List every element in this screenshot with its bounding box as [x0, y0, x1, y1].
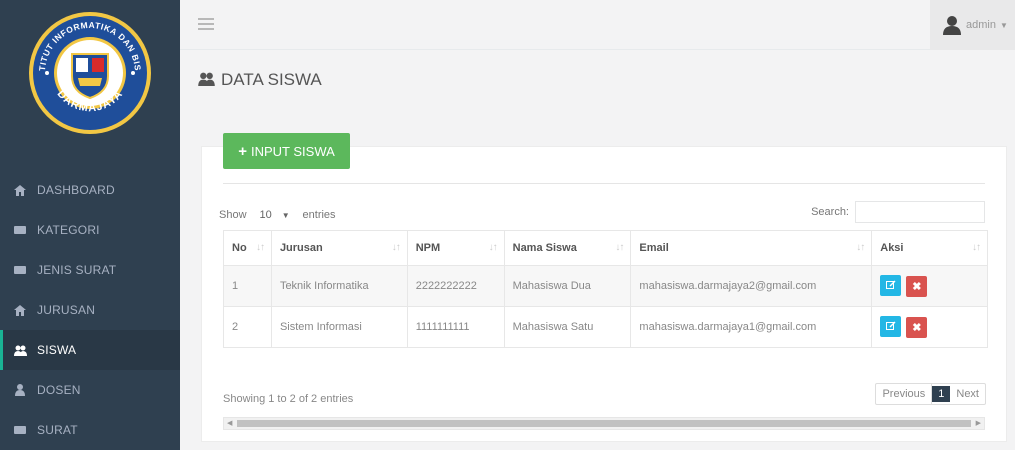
search-control: Search:: [811, 201, 985, 223]
input-siswa-button[interactable]: + INPUT SISWA: [223, 133, 350, 169]
sidebar: INSTITUT INFORMATIKA DAN BISNIS DARMAJAY…: [0, 0, 180, 450]
card-icon: [13, 223, 27, 237]
cell-email: mahasiswa.darmajaya2@gmail.com: [630, 265, 873, 307]
card-icon: [13, 423, 27, 437]
horizontal-scrollbar[interactable]: ◀ ▶: [223, 417, 985, 430]
plus-icon: +: [238, 142, 247, 160]
logo-area: INSTITUT INFORMATIKA DAN BISNIS DARMAJAY…: [0, 0, 180, 152]
show-label: Show: [219, 209, 247, 221]
user-avatar-icon: [943, 16, 961, 35]
top-navbar: admin ▼: [180, 0, 1015, 50]
cell-jurusan: Teknik Informatika: [270, 265, 408, 307]
card-icon: [13, 263, 27, 277]
cell-no: 2: [223, 306, 272, 348]
column-label: Nama Siswa: [512, 242, 577, 254]
cell-nama: Mahasiswa Dua: [503, 265, 632, 307]
sort-icon: ↓↑: [615, 242, 624, 253]
divider: [223, 183, 985, 184]
column-header-no[interactable]: No ↓↑: [223, 230, 272, 266]
table-row: 1 Teknik Informatika 2222222222 Mahasisw…: [223, 265, 988, 307]
column-label: Aksi: [880, 242, 904, 254]
edit-button[interactable]: [880, 274, 902, 296]
table-header-row: No ↓↑ Jurusan ↓↑ NPM ↓↑ Nama Siswa ↓↑ Email ↓…: [223, 230, 988, 266]
users-icon: [13, 343, 27, 357]
sidebar-item-label: SISWA: [37, 343, 77, 357]
page-button-current[interactable]: 1: [932, 386, 951, 402]
entries-length-control: Show 10 ▼ entries: [219, 204, 336, 226]
user-name: admin: [966, 19, 996, 31]
cell-aksi: ✖: [871, 306, 988, 348]
page-title: DATA SISWA: [198, 70, 322, 90]
sidebar-item-label: KATEGORI: [37, 223, 100, 237]
user-menu[interactable]: admin ▼: [930, 0, 1015, 50]
delete-button[interactable]: ✖: [906, 276, 928, 298]
column-label: NPM: [415, 242, 441, 254]
table-row: 2 Sistem Informasi 1111111111 Mahasiswa …: [223, 306, 988, 348]
sidebar-item-jurusan[interactable]: JURUSAN: [0, 290, 180, 330]
pagination: Previous 1 Next: [875, 383, 986, 405]
column-header-email[interactable]: Email ↓↑: [630, 230, 873, 266]
sort-icon: ↓↑: [972, 242, 981, 253]
sidebar-item-siswa[interactable]: SISWA: [0, 330, 180, 370]
sort-icon: ↓↑: [391, 242, 401, 253]
cell-npm: 2222222222: [406, 265, 505, 307]
sidebar-nav: DASHBOARD KATEGORI JENIS SURAT JURUSAN S…: [0, 170, 180, 450]
column-header-nama-siswa[interactable]: Nama Siswa ↓↑: [503, 230, 632, 266]
cell-aksi: ✖: [871, 265, 988, 307]
sort-icon: ↓↑: [856, 242, 865, 253]
scroll-right-icon[interactable]: ▶: [976, 418, 981, 429]
search-label: Search:: [811, 206, 849, 218]
column-label: Jurusan: [279, 242, 323, 254]
sidebar-item-dosen[interactable]: DOSEN: [0, 370, 180, 410]
cell-no: 1: [223, 265, 272, 307]
entries-value: 10: [259, 209, 272, 221]
close-icon: ✖: [912, 281, 922, 294]
column-label: No: [232, 242, 247, 254]
sort-icon: ↓↑: [488, 242, 498, 253]
sidebar-item-label: SURAT: [37, 423, 78, 437]
edit-icon: [885, 280, 896, 290]
previous-button[interactable]: Previous: [876, 384, 933, 404]
cell-jurusan: Sistem Informasi: [270, 306, 408, 348]
scrollbar-thumb[interactable]: [237, 420, 971, 427]
sidebar-item-label: DOSEN: [37, 383, 81, 397]
sidebar-item-surat[interactable]: SURAT: [0, 410, 180, 450]
sidebar-item-jenis-surat[interactable]: JENIS SURAT: [0, 250, 180, 290]
sidebar-item-dashboard[interactable]: DASHBOARD: [0, 170, 180, 210]
sidebar-item-label: JURUSAN: [37, 303, 96, 317]
column-label: Email: [639, 242, 669, 254]
menu-toggle-icon[interactable]: [198, 18, 214, 30]
siswa-table: No ↓↑ Jurusan ↓↑ NPM ↓↑ Nama Siswa ↓↑ Email ↓…: [223, 230, 988, 348]
sidebar-item-label: JENIS SURAT: [37, 263, 117, 277]
entries-select[interactable]: 10 ▼: [251, 204, 298, 226]
scroll-left-icon[interactable]: ◀: [227, 418, 232, 429]
sort-icon: ↓↑: [255, 242, 265, 253]
column-header-jurusan[interactable]: Jurusan ↓↑: [270, 230, 408, 266]
darmajaya-logo: INSTITUT INFORMATIKA DAN BISNIS DARMAJAY…: [27, 10, 151, 134]
sidebar-item-label: DASHBOARD: [37, 183, 115, 197]
sidebar-item-kategori[interactable]: KATEGORI: [0, 210, 180, 250]
cell-npm: 1111111111: [406, 306, 505, 348]
close-icon: ✖: [912, 322, 922, 335]
next-button[interactable]: Next: [950, 384, 985, 404]
column-header-aksi[interactable]: Aksi ↓↑: [871, 230, 988, 266]
users-icon: [198, 72, 216, 88]
delete-button[interactable]: ✖: [906, 317, 928, 339]
column-header-npm[interactable]: NPM ↓↑: [406, 230, 505, 266]
entries-label: entries: [302, 209, 336, 221]
table-info: Showing 1 to 2 of 2 entries: [223, 393, 354, 405]
home-icon: [13, 183, 27, 197]
cell-email: mahasiswa.darmajaya1@gmail.com: [630, 306, 873, 348]
data-panel: + INPUT SISWA Show 10 ▼ entries Search: …: [201, 133, 1007, 442]
home-icon: [13, 303, 27, 317]
chevron-down-icon: ▼: [281, 210, 290, 220]
page-title-text: DATA SISWA: [221, 70, 322, 89]
edit-button[interactable]: [880, 315, 902, 337]
search-input[interactable]: [855, 201, 985, 223]
chevron-down-icon: ▼: [999, 20, 1008, 30]
cell-nama: Mahasiswa Satu: [503, 306, 632, 348]
input-siswa-label: INPUT SISWA: [250, 143, 335, 159]
user-icon: [13, 383, 27, 397]
edit-icon: [885, 321, 896, 331]
